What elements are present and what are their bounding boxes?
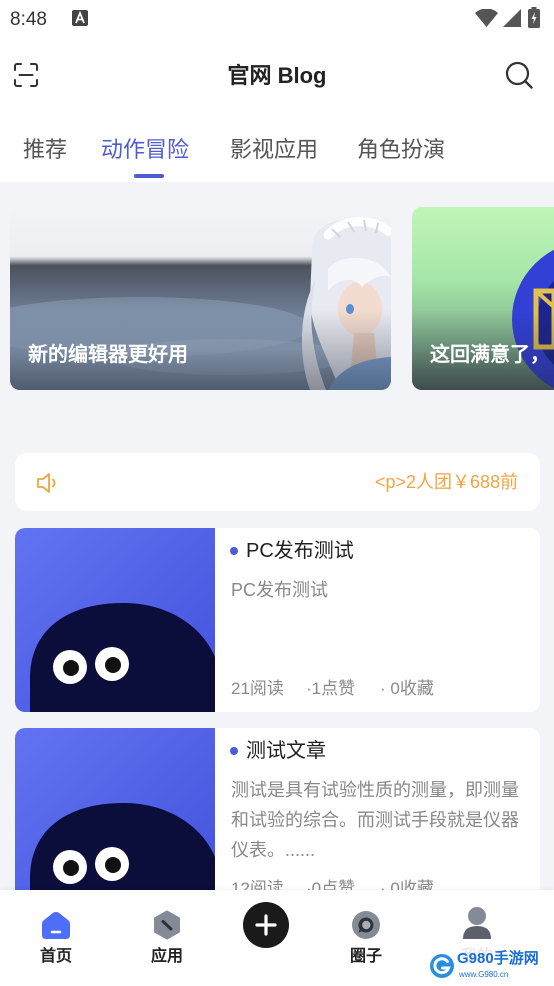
tab-action-adventure[interactable]: 动作冒险 <box>101 135 189 165</box>
apps-icon <box>154 910 180 940</box>
notice-marquee: <p>2人团￥688前 <box>300 453 523 511</box>
status-time: 8:48 <box>10 9 47 30</box>
like-count: ·1点赞 <box>306 679 356 698</box>
article-card[interactable]: 测试文章 测试是具有试验性质的测量，即测量和试验的综合。而测试手段就是仪器仪表。… <box>15 728 540 912</box>
article-title[interactable]: 测试文章 <box>246 738 326 764</box>
notice-bar[interactable]: <p>2人团￥688前 <box>15 453 540 511</box>
page-title: 官网 Blog <box>227 63 327 88</box>
nav-label-circle: 圈子 <box>349 948 382 965</box>
circle-icon <box>352 911 380 939</box>
nav-label-home: 首页 <box>39 948 72 965</box>
watermark-url: www.G980.cn <box>459 970 509 979</box>
article-card[interactable]: PC发布测试 PC发布测试 21阅读 ·1点赞 · 0收藏 <box>15 528 540 712</box>
banner-card[interactable]: 新的编辑器更好用 <box>10 207 391 390</box>
article-title[interactable]: PC发布测试 <box>246 538 354 564</box>
signal-icon <box>503 9 521 27</box>
a-notification-icon <box>72 10 88 26</box>
nav-item-circle[interactable]: 圈子 <box>326 904 406 984</box>
watermark-logo: G980手游网 www.G980.cn <box>426 946 554 986</box>
article-thumbnail <box>15 528 215 712</box>
plus-icon <box>255 914 277 936</box>
watermark-logo-icon <box>430 954 454 978</box>
user-icon <box>463 907 491 939</box>
active-tab-indicator <box>134 174 164 178</box>
nav-item-apps[interactable]: 应用 <box>127 904 207 984</box>
banner-caption: 新的编辑器更好用 <box>28 344 188 366</box>
nav-item-home[interactable]: 首页 <box>16 904 96 984</box>
banner-card[interactable]: 这回满意了， <box>412 207 554 390</box>
wifi-icon <box>475 9 498 27</box>
title-dot <box>230 747 238 755</box>
nav-label-apps: 应用 <box>150 948 183 965</box>
speaker-icon <box>37 473 56 493</box>
notice-text: <p>2人团￥688前 <box>375 472 519 492</box>
watermark-name: G980手游网 <box>457 950 539 967</box>
battery-icon <box>528 7 540 28</box>
article-summary: PC发布测试 <box>231 580 329 600</box>
tab-film-apps[interactable]: 影视应用 <box>230 135 318 165</box>
title-dot <box>230 547 238 555</box>
home-icon <box>42 912 70 939</box>
article-thumbnail <box>15 728 215 912</box>
tab-recommend[interactable]: 推荐 <box>23 135 67 165</box>
banner-caption: 这回满意了， <box>430 344 550 366</box>
favorite-count: · 0收藏 <box>380 679 434 698</box>
search-icon[interactable] <box>505 61 534 90</box>
read-count: 21阅读 <box>231 679 284 698</box>
tab-role-play[interactable]: 角色扮演 <box>357 135 445 165</box>
publish-button[interactable] <box>243 902 289 948</box>
article-summary: 测试是具有试验性质的测量，即测量和试验的综合。而测试手段就是仪器仪表。.....… <box>231 780 519 860</box>
banner-carousel[interactable]: 新的编辑器更好用 这回满意了， <box>0 207 554 391</box>
